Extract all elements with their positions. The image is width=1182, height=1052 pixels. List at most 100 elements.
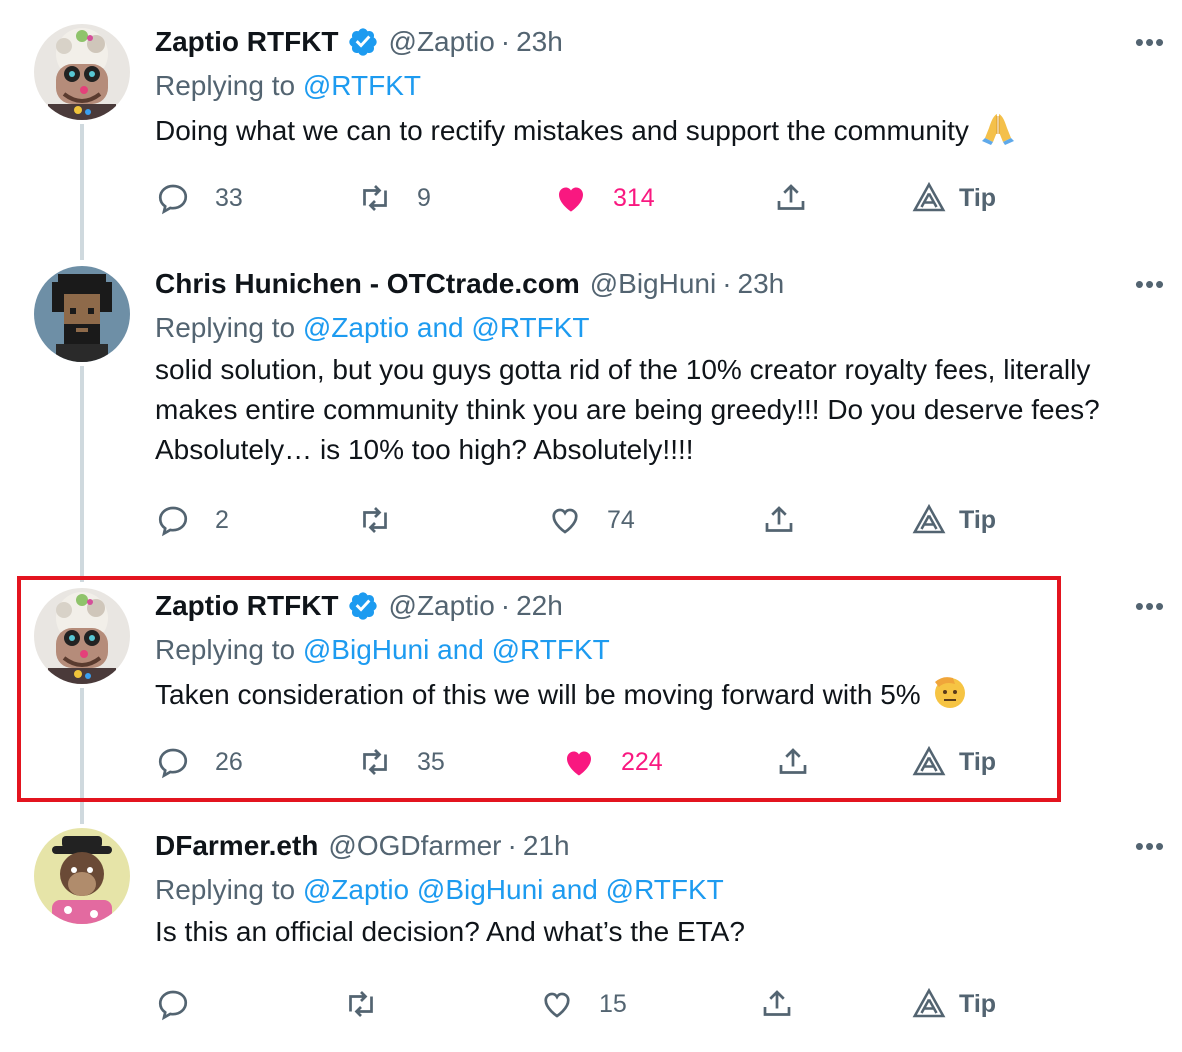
tip-label: Tip [959, 183, 997, 212]
tweet-actions: 26 35 224 Tip [155, 742, 1015, 782]
reply-button[interactable]: 26 [155, 742, 243, 782]
replying-prefix: Replying to [155, 70, 296, 101]
reply-button[interactable]: 2 [155, 500, 229, 540]
tip-label: Tip [959, 989, 997, 1018]
replying-to: Replying to @BigHuni and @RTFKT [155, 632, 1170, 668]
like-count: 224 [621, 747, 663, 776]
retweet-button[interactable]: 35 [357, 742, 445, 782]
separator-dot: · [507, 830, 517, 861]
tweet-text-body: Taken consideration of this we will be m… [155, 679, 921, 710]
like-button[interactable]: 314 [553, 178, 655, 218]
share-icon [763, 990, 791, 1016]
more-options-icon[interactable]: ••• [1130, 24, 1170, 60]
replying-prefix: Replying to [155, 312, 296, 343]
replying-prefix: Replying to [155, 874, 296, 905]
timestamp[interactable]: 23h [516, 26, 563, 58]
tweet-text: solid solution, but you guys gotta rid o… [155, 354, 1100, 465]
separator-dot: · [722, 268, 732, 299]
author-handle[interactable]: @Zaptio [389, 26, 495, 58]
like-count: 314 [613, 183, 655, 212]
tweet-text: Is this an official decision? And what’s… [155, 916, 745, 947]
more-options-icon[interactable]: ••• [1130, 588, 1170, 624]
retweet-button[interactable] [343, 984, 403, 1024]
share-button[interactable] [773, 178, 809, 218]
timestamp[interactable]: 21h [523, 830, 570, 862]
tip-label: Tip [959, 505, 997, 534]
zaptio-avatar-image [34, 24, 130, 120]
share-icon [777, 184, 805, 210]
reply-button[interactable] [155, 984, 215, 1024]
share-icon [779, 748, 807, 774]
tweet-actions: 15 Tip [155, 984, 1015, 1024]
verified-badge-icon [347, 26, 379, 58]
replying-to: Replying to @Zaptio @BigHuni and @RTFKT [155, 872, 1170, 908]
retweet-icon [363, 185, 387, 211]
retweet-button[interactable] [357, 500, 417, 540]
share-button[interactable] [761, 500, 797, 540]
like-count: 15 [599, 989, 627, 1018]
author-handle[interactable]: @BigHuni [590, 268, 716, 300]
reply-mention-link[interactable]: @RTFKT [303, 70, 421, 101]
verified-badge-icon [347, 590, 379, 622]
like-button[interactable]: 74 [547, 500, 635, 540]
more-options-icon[interactable]: ••• [1130, 266, 1170, 302]
tip-button[interactable]: Tip [911, 984, 996, 1024]
tweet-text-body: Doing what we can to rectify mistakes an… [155, 115, 969, 146]
reply-mention-link[interactable]: @Zaptio and @RTFKT [303, 312, 590, 343]
tip-icon [912, 745, 946, 776]
replying-to: Replying to @RTFKT [155, 68, 1170, 104]
author-name[interactable]: DFarmer.eth [155, 830, 318, 862]
share-icon [765, 506, 793, 532]
tip-label: Tip [959, 747, 997, 776]
like-button[interactable]: 15 [539, 984, 627, 1024]
tweet[interactable]: Zaptio RTFKT @Zaptio · 23h ••• Replying … [0, 24, 1182, 234]
retweet-button[interactable]: 9 [357, 178, 431, 218]
avatar[interactable] [34, 24, 130, 120]
share-button[interactable] [759, 984, 795, 1024]
author-name[interactable]: Zaptio RTFKT [155, 590, 339, 622]
tweet[interactable]: Chris Hunichen - OTCtrade.com @BigHuni ·… [0, 266, 1182, 546]
tip-icon [912, 987, 946, 1018]
more-options-icon[interactable]: ••• [1130, 828, 1170, 864]
heart-filled-icon [567, 751, 591, 776]
reply-mention-link[interactable]: @BigHuni and @RTFKT [303, 634, 610, 665]
tip-button[interactable]: Tip [911, 500, 996, 540]
reply-count: 2 [215, 505, 229, 534]
reply-count: 26 [215, 747, 243, 776]
separator-dot: · [500, 26, 511, 57]
retweet-icon [363, 749, 387, 775]
separator-dot: · [500, 590, 511, 621]
heart-filled-icon [559, 187, 583, 212]
like-button[interactable]: 224 [561, 742, 663, 782]
avatar[interactable] [34, 266, 130, 362]
share-button[interactable] [775, 742, 811, 782]
retweet-icon [349, 991, 373, 1017]
author-name[interactable]: Chris Hunichen - OTCtrade.com [155, 268, 580, 300]
heart-outline-icon [552, 508, 578, 534]
reply-mention-link[interactable]: @Zaptio @BigHuni and @RTFKT [303, 874, 724, 905]
tip-button[interactable]: Tip [911, 178, 996, 218]
avatar[interactable] [34, 588, 130, 684]
tip-icon [912, 181, 946, 212]
reply-count: 33 [215, 183, 243, 212]
reply-button[interactable]: 33 [155, 178, 243, 218]
avatar[interactable] [34, 828, 130, 924]
reply-icon [158, 990, 188, 1021]
folded-hands-emoji-icon [979, 108, 1017, 146]
dfarmer-avatar-image [34, 828, 130, 924]
replying-to: Replying to @Zaptio and @RTFKT [155, 310, 1170, 346]
author-handle[interactable]: @Zaptio [389, 590, 495, 622]
tweet-text: Taken consideration of this we will be m… [155, 672, 1170, 715]
author-name[interactable]: Zaptio RTFKT [155, 26, 339, 58]
tweet-actions: 2 74 Tip [155, 500, 1015, 540]
reply-icon [158, 506, 188, 537]
tweet[interactable]: DFarmer.eth @OGDfarmer · 21h ••• Replyin… [0, 828, 1182, 1038]
author-handle[interactable]: @OGDfarmer [328, 830, 501, 862]
timestamp[interactable]: 23h [738, 268, 785, 300]
timestamp[interactable]: 22h [516, 590, 563, 622]
tweet[interactable]: Zaptio RTFKT @Zaptio · 22h ••• Replying … [0, 588, 1182, 788]
tip-button[interactable]: Tip [911, 742, 996, 782]
saluting-face-emoji-icon [931, 672, 969, 710]
replying-prefix: Replying to [155, 634, 296, 665]
bighuni-avatar-image [34, 266, 130, 362]
